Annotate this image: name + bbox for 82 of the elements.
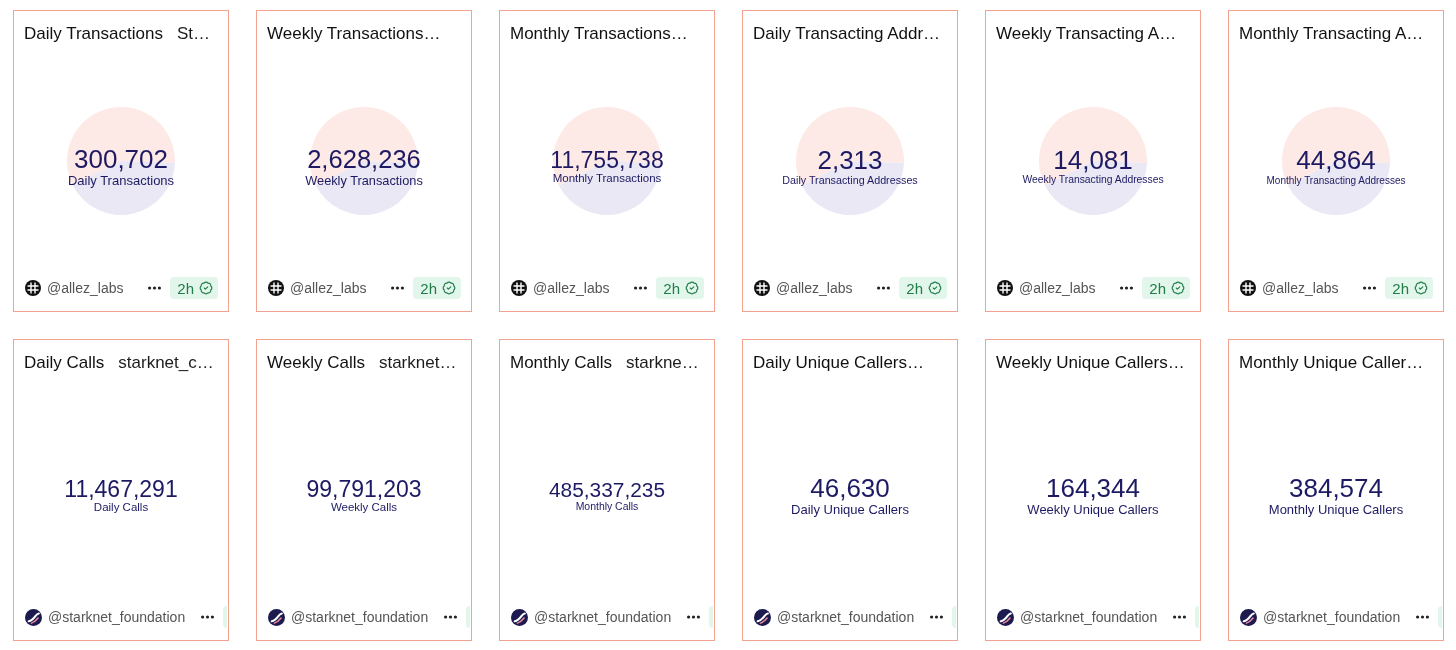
metric-value: 2,628,236: [307, 145, 421, 173]
metric-label: Daily Unique Callers: [791, 501, 909, 518]
card-title: Weekly Transacting A…: [996, 24, 1177, 44]
metric-value: 164,344: [1046, 474, 1140, 502]
card-title: Monthly Transactions…: [510, 24, 688, 44]
more-icon[interactable]: [201, 615, 214, 619]
more-icon[interactable]: [391, 286, 405, 290]
more-icon[interactable]: [930, 615, 943, 619]
swoosh-logo-icon: [1240, 608, 1257, 626]
author-link[interactable]: @allez_labs: [1019, 280, 1096, 296]
card-subtitle: starkne…: [626, 353, 699, 373]
metric-value: 2,313: [817, 146, 883, 175]
metric-label: Monthly Transactions: [552, 172, 662, 186]
author-link[interactable]: @starknet_foundation: [48, 609, 186, 625]
author-link[interactable]: @starknet_foundation: [1263, 609, 1401, 625]
more-icon[interactable]: [634, 286, 648, 290]
more-icon[interactable]: [1120, 286, 1134, 290]
status-badge: 2h: [170, 277, 218, 299]
card-title: Weekly Transactions…: [267, 24, 441, 44]
author-link[interactable]: @allez_labs: [1262, 280, 1339, 296]
swoosh-logo-icon: [25, 608, 42, 626]
status-badge: 2h: [1385, 277, 1433, 299]
author-link[interactable]: @starknet_foundation: [291, 609, 429, 625]
swoosh-logo-icon: [997, 608, 1014, 626]
more-icon[interactable]: [1173, 615, 1186, 619]
more-icon[interactable]: [1363, 286, 1377, 290]
card-title: Daily Unique Callers…: [753, 353, 924, 373]
metric-label: Weekly Calls: [330, 501, 398, 515]
card-title: Daily Transactions: [24, 24, 163, 44]
metric-value: 11,755,738: [550, 148, 664, 173]
author-link[interactable]: @starknet_foundation: [1020, 609, 1158, 625]
card-subtitle: starknet…: [378, 353, 457, 373]
metric-label: Weekly Transacting Addresses: [1022, 174, 1164, 187]
status-badge: 2h: [1142, 277, 1190, 299]
more-icon[interactable]: [877, 286, 891, 290]
card-title: Daily Transacting Addr…: [753, 24, 941, 44]
metric-label: Daily Calls: [93, 501, 149, 515]
metric-value: 11,467,291: [64, 477, 178, 502]
card-title: Monthly Unique Caller…: [1239, 353, 1424, 373]
grid-logo-icon: [25, 280, 41, 296]
grid-logo-icon: [511, 280, 527, 296]
metric-label: Weekly Transactions: [305, 172, 423, 189]
author-link[interactable]: @starknet_foundation: [534, 609, 672, 625]
card-title: Daily Calls: [24, 353, 105, 373]
card-subtitle: St…: [176, 24, 210, 44]
metric-value: 44,864: [1296, 147, 1376, 175]
metric-label: Daily Transactions: [67, 172, 175, 189]
author-link[interactable]: @starknet_foundation: [777, 609, 915, 625]
grid-logo-icon: [997, 280, 1013, 296]
metric-label: Monthly Calls: [575, 500, 639, 514]
more-icon[interactable]: [148, 286, 162, 290]
metric-value: 485,337,235: [548, 478, 666, 501]
card-title: Weekly Unique Callers…: [996, 353, 1185, 373]
more-icon[interactable]: [444, 615, 457, 619]
grid-logo-icon: [1240, 280, 1256, 296]
swoosh-logo-icon: [268, 608, 285, 626]
status-badge: 2h: [899, 277, 947, 299]
metric-value: 384,574: [1289, 474, 1383, 502]
metric-value: 300,702: [74, 145, 168, 173]
author-link[interactable]: @allez_labs: [47, 280, 124, 296]
grid-logo-icon: [268, 280, 284, 296]
swoosh-logo-icon: [754, 608, 771, 626]
card-title: Weekly Calls: [267, 353, 365, 373]
status-badge: 2h: [656, 277, 704, 299]
metric-value: 99,791,203: [306, 477, 422, 502]
author-link[interactable]: @allez_labs: [533, 280, 610, 296]
author-link[interactable]: @allez_labs: [290, 280, 367, 296]
author-link[interactable]: @allez_labs: [776, 280, 853, 296]
metric-value: 46,630: [810, 474, 890, 502]
metric-label: Monthly Transacting Addresses: [1266, 174, 1406, 187]
grid-logo-icon: [754, 280, 770, 296]
more-icon[interactable]: [1416, 615, 1429, 619]
metric-label: Weekly Unique Callers: [1027, 501, 1159, 518]
metric-value: 14,081: [1053, 147, 1133, 175]
status-badge: 2h: [413, 277, 461, 299]
metric-label: Daily Transacting Addresses: [782, 174, 918, 188]
metric-label: Monthly Unique Callers: [1268, 501, 1404, 518]
card-title: Monthly Transacting A…: [1239, 24, 1424, 44]
more-icon[interactable]: [687, 615, 700, 619]
card-title: Monthly Calls: [510, 353, 613, 373]
card-subtitle: starknet_c…: [118, 353, 214, 373]
swoosh-logo-icon: [511, 608, 528, 626]
